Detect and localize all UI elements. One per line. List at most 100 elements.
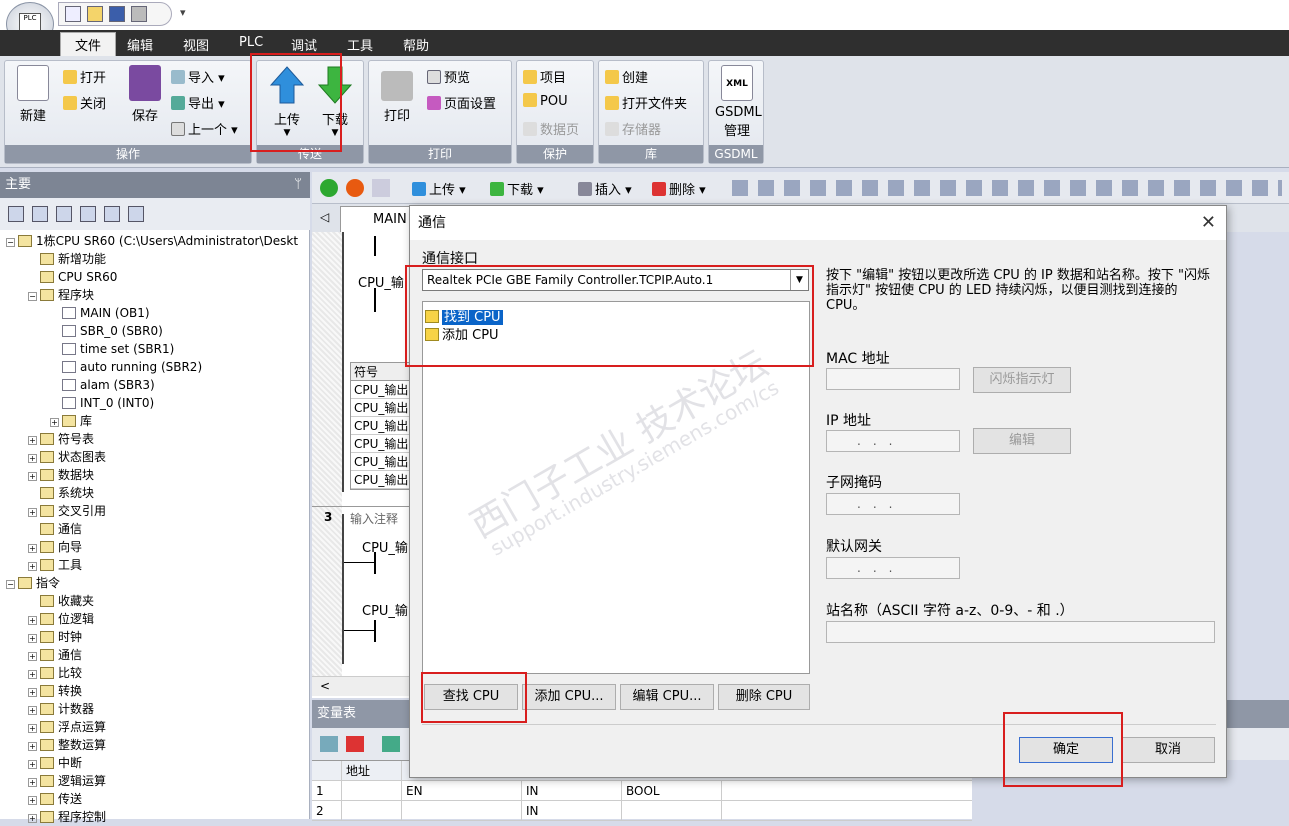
edit-cpu-button[interactable]: 编辑 CPU... (620, 684, 714, 710)
print-button[interactable]: 打印 (377, 71, 417, 124)
new-file-icon[interactable] (65, 6, 81, 22)
expand-icon[interactable]: + (28, 454, 37, 463)
blink-led-button[interactable]: 闪烁指示灯 (973, 367, 1071, 393)
tree-item[interactable]: 通信 (28, 520, 82, 538)
expand-icon[interactable]: + (28, 634, 37, 643)
tree-item[interactable]: + 转换 (28, 682, 82, 700)
tree-item[interactable]: MAIN (OB1) (50, 304, 150, 322)
tree-item[interactable]: + 计数器 (28, 700, 94, 718)
tree-item[interactable]: + 位逻辑 (28, 610, 94, 628)
tab-plc[interactable]: PLC (239, 35, 263, 50)
stop-icon[interactable] (346, 179, 364, 197)
tab-tools[interactable]: 工具 (347, 35, 373, 54)
tree-item[interactable]: SBR_0 (SBR0) (50, 322, 163, 340)
view-icon[interactable] (32, 206, 48, 222)
scroll-left-icon[interactable]: < (320, 679, 330, 693)
expand-icon[interactable]: + (28, 562, 37, 571)
tree-item[interactable]: + 传送 (28, 790, 82, 808)
tree-item[interactable]: + 通信 (28, 646, 82, 664)
import-button[interactable]: 导入 ▾ (171, 67, 225, 86)
tree-item[interactable]: + 程序控制 (28, 808, 106, 826)
ladder-tools-icons[interactable] (732, 180, 1282, 196)
tree-item[interactable]: + 状态图表 (28, 448, 106, 466)
tree-item[interactable]: + 符号表 (28, 430, 94, 448)
expand-icon[interactable]: + (28, 760, 37, 769)
preview-button[interactable]: 预览 (427, 67, 470, 86)
expand-icon[interactable]: + (28, 688, 37, 697)
previous-button[interactable]: 上一个 ▾ (171, 119, 238, 138)
insert-row-icon[interactable] (320, 736, 338, 752)
station-name-field[interactable] (826, 621, 1215, 643)
tree-item[interactable]: − 1栋CPU SR60 (C:\Users\Administrator\Desk… (6, 232, 298, 250)
project-protect-button[interactable]: 项目 (523, 67, 566, 86)
tree-item[interactable]: auto running (SBR2) (50, 358, 202, 376)
expand-icon[interactable]: + (28, 706, 37, 715)
table-row[interactable]: 1 EN IN BOOL (312, 781, 972, 801)
tab-main[interactable]: MAIN (340, 206, 420, 232)
mac-address-field[interactable] (826, 368, 960, 390)
tree-item[interactable]: time set (SBR1) (50, 340, 174, 358)
pin-icon[interactable]: ᛘ (294, 172, 302, 198)
expand-icon[interactable]: + (28, 508, 37, 517)
horizontal-scrollbar[interactable]: < (312, 676, 410, 696)
expand-icon[interactable]: + (28, 670, 37, 679)
data-page-protect-button[interactable]: 数据页 (523, 119, 579, 138)
save-button[interactable]: 保存 (125, 65, 165, 124)
add-cpu-button[interactable]: 添加 CPU... (522, 684, 616, 710)
print-icon[interactable] (131, 6, 147, 22)
create-library-button[interactable]: 创建 (605, 67, 648, 86)
network-comment[interactable]: 输入注释 (350, 510, 398, 527)
tree-item[interactable]: + 逻辑运算 (28, 772, 106, 790)
tree-item[interactable]: + 中断 (28, 754, 82, 772)
delete-cpu-button[interactable]: 删除 CPU (718, 684, 810, 710)
expand-icon[interactable]: + (28, 652, 37, 661)
expand-icon[interactable]: + (50, 418, 59, 427)
compile-icon[interactable] (372, 179, 390, 197)
expand-icon[interactable]: + (28, 796, 37, 805)
collapse-icon[interactable]: − (6, 580, 15, 589)
close-icon[interactable]: ✕ (1201, 212, 1216, 233)
delete-toolbar-button[interactable]: 删除 ▾ (652, 179, 706, 198)
open-library-folder-button[interactable]: 打开文件夹 (605, 93, 687, 112)
cancel-button[interactable]: 取消 (1121, 737, 1215, 763)
gsdml-manage-button[interactable]: XML GSDML 管理 (715, 65, 762, 139)
tree-item[interactable]: 收藏夹 (28, 592, 94, 610)
tab-help[interactable]: 帮助 (403, 35, 429, 54)
expand-icon[interactable]: + (28, 616, 37, 625)
tree-item[interactable]: + 交叉引用 (28, 502, 106, 520)
tab-file[interactable]: 文件 (60, 32, 117, 56)
export-button[interactable]: 导出 ▾ (171, 93, 225, 112)
save-icon[interactable] (109, 6, 125, 22)
run-icon[interactable] (320, 179, 338, 197)
view-icon[interactable] (80, 206, 96, 222)
library-memory-button[interactable]: 存储器 (605, 119, 661, 138)
view-icon[interactable] (56, 206, 72, 222)
ip-address-field[interactable]: ... (826, 430, 960, 452)
tab-debug[interactable]: 调试 (291, 35, 317, 54)
refresh-icon[interactable] (382, 736, 400, 752)
tree-item[interactable]: CPU SR60 (28, 268, 117, 286)
upload-toolbar-button[interactable]: 上传 ▾ (412, 179, 466, 198)
download-toolbar-button[interactable]: 下载 ▾ (490, 179, 544, 198)
computer-icon[interactable] (128, 206, 144, 222)
tree-item[interactable]: 系统块 (28, 484, 94, 502)
tree-item[interactable]: + 浮点运算 (28, 718, 106, 736)
tree-item[interactable]: 新增功能 (28, 250, 106, 268)
expand-icon[interactable]: + (28, 472, 37, 481)
tree-item[interactable]: − 程序块 (28, 286, 94, 304)
delete-row-icon[interactable] (346, 736, 364, 752)
tree-item[interactable]: + 时钟 (28, 628, 82, 646)
tab-edit[interactable]: 编辑 (127, 35, 153, 54)
new-button[interactable]: 新建 (13, 65, 53, 124)
tree-item[interactable]: + 整数运算 (28, 736, 106, 754)
tree-item[interactable]: − 指令 (6, 574, 60, 592)
tab-view[interactable]: 视图 (183, 35, 209, 54)
tree-item[interactable]: + 数据块 (28, 466, 94, 484)
default-gateway-field[interactable]: ... (826, 557, 960, 579)
open-folder-icon[interactable] (87, 6, 103, 22)
tree-item[interactable]: INT_0 (INT0) (50, 394, 154, 412)
expand-icon[interactable]: + (28, 742, 37, 751)
tree-item[interactable]: alam (SBR3) (50, 376, 155, 394)
tree-item[interactable]: + 向导 (28, 538, 82, 556)
view-icon[interactable] (8, 206, 24, 222)
